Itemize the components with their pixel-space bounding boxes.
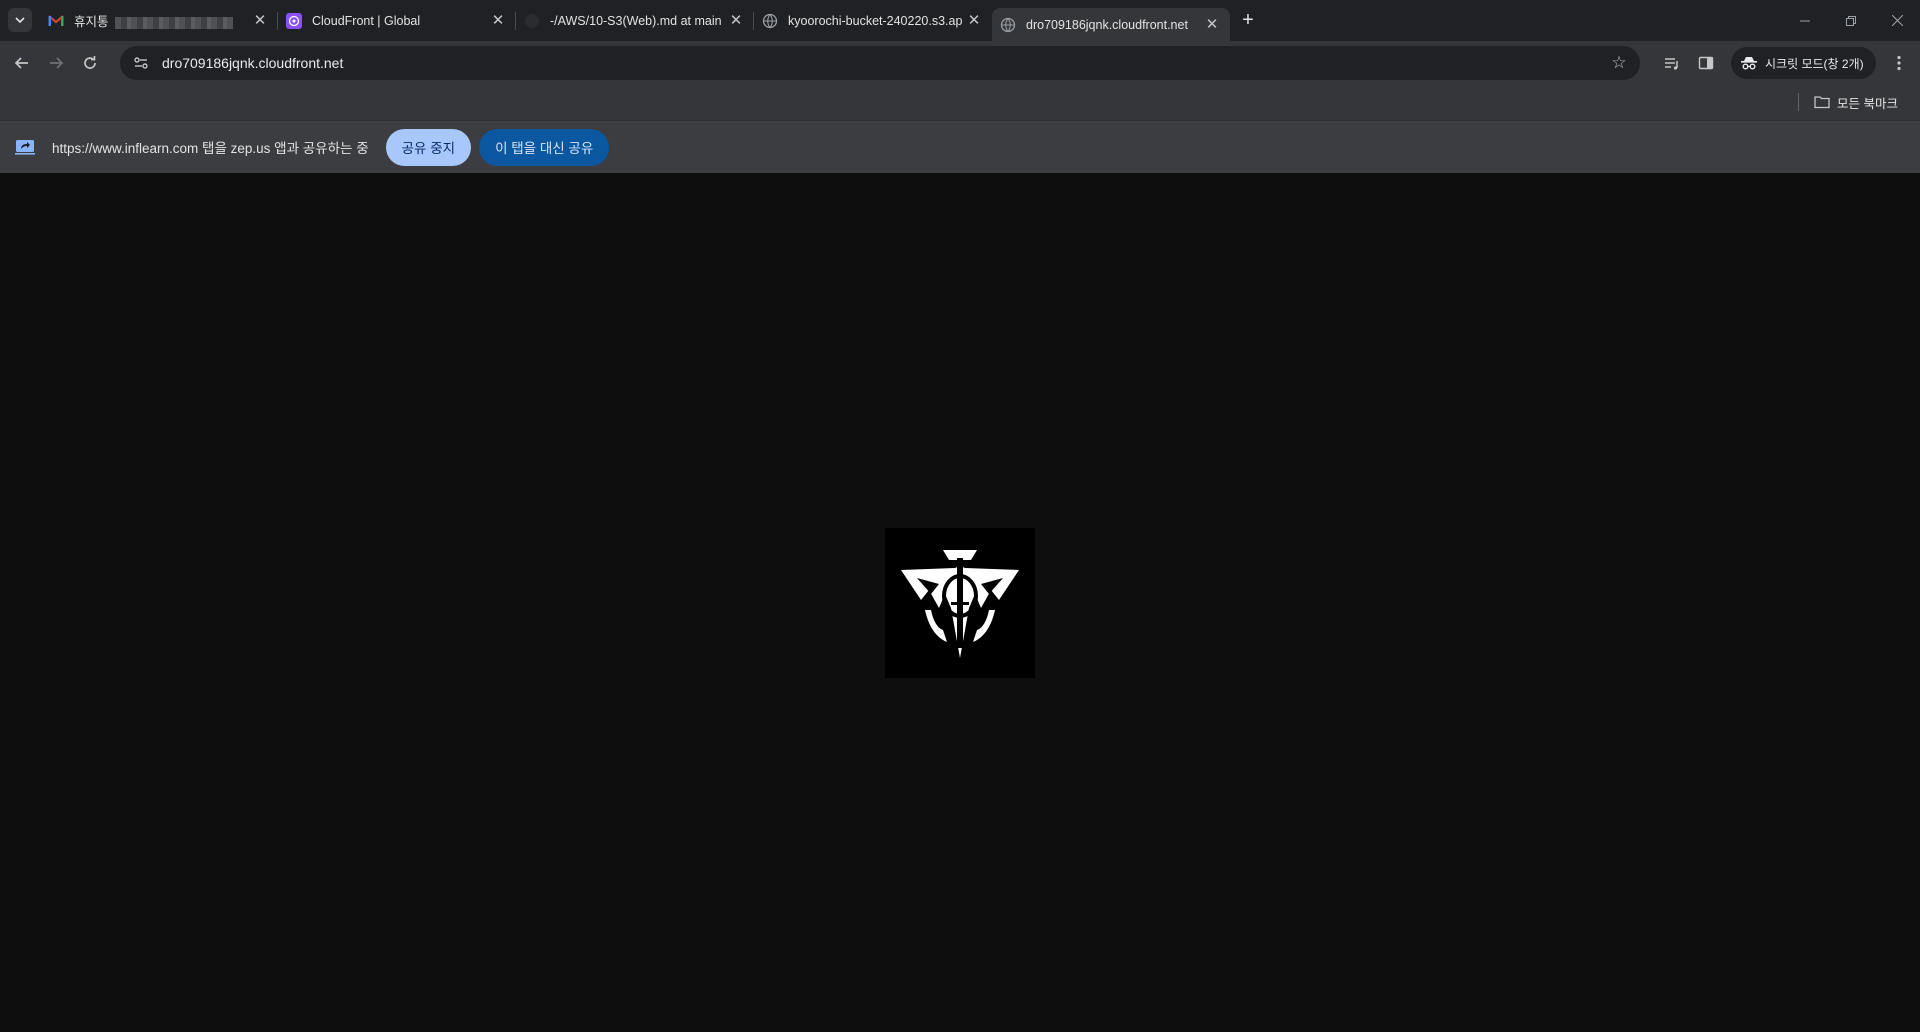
page-content: [0, 173, 1920, 1032]
restore-button[interactable]: [1828, 0, 1874, 41]
minimize-icon: [1800, 20, 1810, 21]
browser-toolbar: dro709186jqnk.cloudfront.net ☆ 시크릿 모드(창 …: [0, 41, 1920, 84]
more-vert-icon: [1897, 55, 1901, 71]
address-bar[interactable]: dro709186jqnk.cloudfront.net ☆: [120, 46, 1640, 80]
minimize-button[interactable]: [1782, 0, 1828, 41]
tab-gmail[interactable]: 휴지통 ✕: [40, 0, 278, 41]
incognito-indicator[interactable]: 시크릿 모드(창 2개): [1731, 47, 1876, 79]
globe-icon: [762, 13, 778, 29]
emblem-image: [885, 528, 1035, 678]
arrow-left-icon: [14, 56, 28, 69]
tab-cloudfront-site[interactable]: dro709186jqnk.cloudfront.net ✕: [992, 8, 1230, 41]
tab-title: kyoorochi-bucket-240220.s3.ap: [788, 13, 963, 28]
blurred-text: [114, 16, 233, 29]
close-window-button[interactable]: [1874, 0, 1920, 41]
playlist-icon: [1665, 58, 1678, 70]
close-icon[interactable]: ✕: [966, 12, 982, 29]
tab-title: 휴지통: [74, 15, 109, 29]
all-bookmarks-label: 모든 북마크: [1837, 96, 1898, 111]
tab-sharing-infobar: https://www.inflearn.com 탭을 zep.us 앱과 공유…: [0, 120, 1920, 173]
incognito-label: 시크릿 모드(창 2개): [1765, 56, 1864, 71]
all-bookmarks-button[interactable]: 모든 북마크: [1814, 90, 1898, 114]
github-icon: [524, 13, 540, 29]
close-icon[interactable]: ✕: [1204, 16, 1220, 33]
chevron-down-icon: [15, 17, 25, 24]
media-controls-button[interactable]: [1655, 46, 1689, 80]
plus-icon: +: [1242, 9, 1254, 31]
back-button[interactable]: [5, 46, 39, 80]
stop-sharing-button[interactable]: 공유 중지: [385, 128, 472, 166]
tab-title: CloudFront | Global: [312, 13, 421, 28]
tab-title: -/AWS/10-S3(Web).md at main: [550, 13, 722, 28]
tab-list: 휴지통 ✕ CloudFront | Global ✕ -/AWS/10-S3(…: [40, 0, 1230, 41]
window-controls: [1782, 0, 1920, 41]
emblem-logo: [901, 550, 1019, 658]
sharing-message: https://www.inflearn.com 탭을 zep.us 앱과 공유…: [52, 141, 369, 156]
reload-icon: [84, 55, 96, 69]
tab-s3-bucket[interactable]: kyoorochi-bucket-240220.s3.ap ✕: [754, 0, 992, 41]
bookmarks-divider: [1798, 93, 1799, 111]
tab-github[interactable]: -/AWS/10-S3(Web).md at main ✕: [516, 0, 754, 41]
gmail-icon: [48, 13, 64, 29]
close-icon[interactable]: ✕: [728, 12, 744, 29]
forward-button[interactable]: [39, 46, 73, 80]
folder-icon: [1814, 96, 1830, 109]
close-icon: [1891, 15, 1903, 26]
menu-button[interactable]: [1882, 46, 1916, 80]
close-icon[interactable]: ✕: [490, 12, 506, 29]
close-icon[interactable]: ✕: [252, 12, 268, 29]
reload-button[interactable]: [73, 46, 107, 80]
toolbar-right: 시크릿 모드(창 2개): [1655, 45, 1916, 81]
side-panel-button[interactable]: [1689, 46, 1723, 80]
globe-icon: [1000, 17, 1016, 33]
bookmark-star-icon[interactable]: ☆: [1610, 54, 1628, 72]
restore-icon: [1846, 15, 1856, 26]
aws-cloudfront-icon: [286, 12, 302, 29]
tab-title: dro709186jqnk.cloudfront.net: [1026, 17, 1188, 32]
new-tab-button[interactable]: +: [1233, 0, 1263, 41]
share-this-tab-button[interactable]: 이 탭을 대신 공유: [479, 128, 610, 166]
bookmarks-bar: 모든 북마크: [0, 84, 1920, 120]
url-text[interactable]: dro709186jqnk.cloudfront.net: [162, 55, 343, 71]
tab-search-button[interactable]: [8, 8, 32, 32]
incognito-icon: [1741, 57, 1757, 70]
tab-cloudfront[interactable]: CloudFront | Global ✕: [278, 0, 516, 41]
tab-strip: 휴지통 ✕ CloudFront | Global ✕ -/AWS/10-S3(…: [0, 0, 1920, 41]
arrow-right-icon: [50, 56, 64, 69]
site-info-icon[interactable]: [126, 46, 156, 80]
side-panel-icon: [1698, 56, 1714, 70]
screen-share-icon: [15, 137, 35, 157]
